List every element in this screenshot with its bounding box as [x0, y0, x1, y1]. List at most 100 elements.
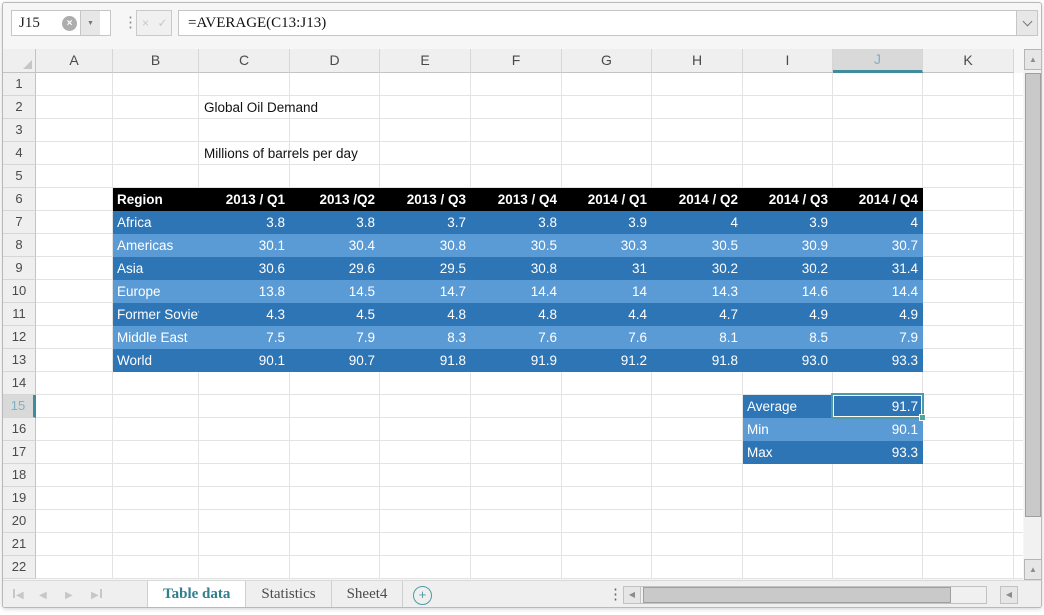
cell-value[interactable]: 30.9 — [743, 234, 833, 257]
cell-c4-subtitle[interactable]: Millions of barrels per day — [204, 142, 358, 165]
cell-value[interactable]: 90.7 — [290, 349, 380, 372]
column-header-f[interactable]: F — [471, 49, 562, 73]
cell-value[interactable]: 7.5 — [199, 326, 290, 349]
header-cell-2013q1[interactable]: 2013 / Q1 — [199, 188, 290, 211]
header-cell-2013q3[interactable]: 2013 / Q3 — [380, 188, 471, 211]
summary-label[interactable]: Min — [743, 418, 833, 441]
vertical-scrollbar-thumb[interactable] — [1025, 73, 1041, 517]
cell-value[interactable]: 13.8 — [199, 280, 290, 303]
cell-value[interactable]: 30.2 — [652, 257, 743, 280]
cell-value[interactable]: 30.4 — [290, 234, 380, 257]
column-header-i[interactable]: I — [743, 49, 833, 73]
summary-value[interactable]: 93.3 — [833, 441, 923, 464]
tab-bar-menu-icon[interactable]: ⋮ — [608, 582, 623, 608]
cell-value[interactable]: 3.8 — [471, 211, 562, 234]
summary-label[interactable]: Max — [743, 441, 833, 464]
row-header-12[interactable]: 12 — [3, 326, 36, 349]
cell-value[interactable]: 30.6 — [199, 257, 290, 280]
formula-bar[interactable] — [178, 10, 1038, 36]
cell-value[interactable]: 30.5 — [471, 234, 562, 257]
cell-value[interactable]: 14 — [562, 280, 652, 303]
row-header-21[interactable]: 21 — [3, 533, 36, 556]
cell-value[interactable]: 3.7 — [380, 211, 471, 234]
column-header-k[interactable]: K — [923, 49, 1014, 73]
row-header-15-selected[interactable]: 15 — [3, 395, 36, 418]
cell-value[interactable]: 4.9 — [833, 303, 923, 326]
horizontal-scrollbar[interactable]: ◀ — [623, 586, 987, 604]
vertical-scrollbar[interactable]: ▲ ▲ — [1024, 49, 1042, 580]
row-header-22[interactable]: 22 — [3, 556, 36, 579]
cell-value[interactable]: 91.2 — [562, 349, 652, 372]
cell-value[interactable]: 90.1 — [199, 349, 290, 372]
column-header-d[interactable]: D — [290, 49, 380, 73]
cell-value[interactable]: 14.7 — [380, 280, 471, 303]
cell-value[interactable]: 8.5 — [743, 326, 833, 349]
row-header-5[interactable]: 5 — [3, 165, 36, 188]
cell-value[interactable]: 91.9 — [471, 349, 562, 372]
formula-input[interactable] — [179, 15, 1016, 32]
cell-value[interactable]: 4.8 — [471, 303, 562, 326]
row-header-17[interactable]: 17 — [3, 441, 36, 464]
cell-value[interactable]: 14.3 — [652, 280, 743, 303]
cell-value[interactable]: 7.9 — [290, 326, 380, 349]
row-header-8[interactable]: 8 — [3, 234, 36, 257]
cell-value[interactable]: 14.4 — [471, 280, 562, 303]
cell-region[interactable]: Middle East — [113, 326, 199, 349]
cell-value[interactable]: 29.6 — [290, 257, 380, 280]
cell-region[interactable]: Americas — [113, 234, 199, 257]
scroll-left-button[interactable]: ◀ — [624, 587, 641, 603]
cell-value[interactable]: 30.3 — [562, 234, 652, 257]
header-cell-2014q1[interactable]: 2014 / Q1 — [562, 188, 652, 211]
previous-sheet-button[interactable]: ◀ — [39, 581, 47, 608]
select-all-corner[interactable] — [3, 49, 36, 73]
last-sheet-button[interactable]: ▶ — [91, 581, 102, 608]
column-header-j-selected[interactable]: J — [833, 49, 923, 73]
cell-value[interactable]: 30.2 — [743, 257, 833, 280]
row-header-2[interactable]: 2 — [3, 96, 36, 119]
column-header-a[interactable]: A — [36, 49, 113, 73]
add-sheet-button[interactable]: + — [413, 586, 432, 605]
cell-value[interactable]: 4.8 — [380, 303, 471, 326]
cell-value[interactable]: 93.3 — [833, 349, 923, 372]
column-header-e[interactable]: E — [380, 49, 471, 73]
cell-value[interactable]: 30.8 — [380, 234, 471, 257]
cell-value[interactable]: 7.6 — [471, 326, 562, 349]
scroll-right-button[interactable]: ◀ — [1000, 586, 1018, 604]
column-header-g[interactable]: G — [562, 49, 652, 73]
header-cell-2014q4[interactable]: 2014 / Q4 — [833, 188, 923, 211]
cell-value[interactable]: 30.8 — [471, 257, 562, 280]
cell-value[interactable]: 4.5 — [290, 303, 380, 326]
row-header-13[interactable]: 13 — [3, 349, 36, 372]
horizontal-scrollbar-thumb[interactable] — [643, 587, 951, 603]
cell-value[interactable]: 3.9 — [562, 211, 652, 234]
cell-value[interactable]: 4.4 — [562, 303, 652, 326]
tab-statistics[interactable]: Statistics — [246, 581, 331, 608]
cell-value[interactable]: 30.7 — [833, 234, 923, 257]
cell-region[interactable]: Asia — [113, 257, 199, 280]
row-header-7[interactable]: 7 — [3, 211, 36, 234]
name-box-input[interactable] — [12, 15, 62, 32]
cell-value[interactable]: 4 — [652, 211, 743, 234]
name-box[interactable]: × ▼ — [11, 10, 111, 36]
cell-c2-title[interactable]: Global Oil Demand — [204, 96, 318, 119]
cell-value[interactable]: 3.8 — [199, 211, 290, 234]
cell-value[interactable]: 4.9 — [743, 303, 833, 326]
cell-value[interactable]: 7.9 — [833, 326, 923, 349]
cancel-entry-button[interactable]: × — [137, 11, 154, 35]
scroll-down-button[interactable]: ▲ — [1024, 559, 1042, 580]
cell-value[interactable]: 29.5 — [380, 257, 471, 280]
row-header-11[interactable]: 11 — [3, 303, 36, 326]
header-cell-2014q2[interactable]: 2014 / Q2 — [652, 188, 743, 211]
header-cell-2013q2[interactable]: 2013 /Q2 — [290, 188, 380, 211]
row-header-6[interactable]: 6 — [3, 188, 36, 211]
cell-value[interactable]: 8.1 — [652, 326, 743, 349]
cell-region[interactable]: Former Soviet Union — [113, 303, 199, 326]
header-cell-2013q4[interactable]: 2013 / Q4 — [471, 188, 562, 211]
header-cell-2014q3[interactable]: 2014 / Q3 — [743, 188, 833, 211]
first-sheet-button[interactable]: ◀ — [13, 581, 24, 608]
row-header-14[interactable]: 14 — [3, 372, 36, 395]
cell-value[interactable]: 91.8 — [652, 349, 743, 372]
cell-value[interactable]: 4.7 — [652, 303, 743, 326]
next-sheet-button[interactable]: ▶ — [65, 581, 73, 608]
confirm-entry-button[interactable]: ✓ — [154, 11, 171, 35]
